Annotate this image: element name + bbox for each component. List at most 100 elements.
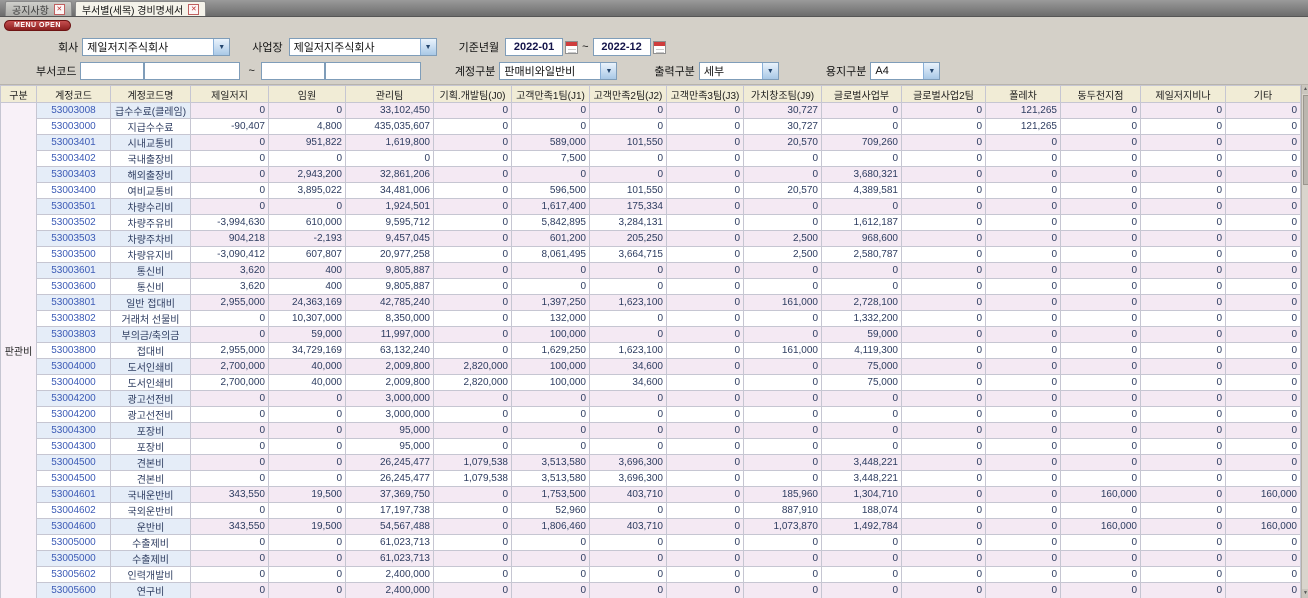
amount-cell[interactable]: 0 xyxy=(511,534,590,551)
amount-cell[interactable]: 0 xyxy=(985,502,1061,519)
amount-cell[interactable]: 0 xyxy=(821,278,902,295)
amount-cell[interactable]: 0 xyxy=(1140,118,1226,135)
account-name-cell[interactable]: 견본비 xyxy=(110,454,191,471)
table-row[interactable]: 53003800 접대비 2,955,000 34,729,169 63,132,240… xyxy=(1,342,1301,359)
amount-cell[interactable]: 0 xyxy=(743,534,822,551)
amount-cell[interactable]: 0 xyxy=(1140,566,1226,583)
amount-cell[interactable]: 0 xyxy=(589,278,667,295)
output-select[interactable]: 세부 ▼ xyxy=(698,62,779,80)
amount-cell[interactable]: 0 xyxy=(1140,390,1226,407)
amount-cell[interactable]: 0 xyxy=(1225,566,1301,583)
table-row[interactable]: 53003400 여비교통비 0 3,895,022 34,481,006 0 596,50… xyxy=(1,182,1301,199)
amount-cell[interactable]: 0 xyxy=(985,198,1061,215)
amount-cell[interactable]: 0 xyxy=(268,422,346,439)
amount-cell[interactable]: 0 xyxy=(1140,406,1226,423)
amount-cell[interactable]: 2,955,000 xyxy=(190,294,269,311)
amount-cell[interactable]: 0 xyxy=(1225,534,1301,551)
column-header[interactable]: 고객만족2팀(J2) xyxy=(589,85,667,103)
amount-cell[interactable]: 4,389,581 xyxy=(821,182,902,199)
calendar-icon[interactable] xyxy=(652,40,666,54)
amount-cell[interactable]: 0 xyxy=(433,246,512,263)
amount-cell[interactable]: 30,727 xyxy=(743,118,822,135)
tab-expense-report[interactable]: 부서별(세목) 경비명세서 ✕ xyxy=(74,1,207,17)
amount-cell[interactable]: 0 xyxy=(190,326,269,343)
amount-cell[interactable]: 3,696,300 xyxy=(589,454,667,471)
amount-cell[interactable]: 0 xyxy=(433,342,512,359)
amount-cell[interactable]: 0 xyxy=(190,550,269,567)
amount-cell[interactable]: 0 xyxy=(985,550,1061,567)
amount-cell[interactable]: 0 xyxy=(901,118,986,135)
amount-cell[interactable]: 0 xyxy=(666,582,744,598)
amount-cell[interactable]: 1,397,250 xyxy=(511,294,590,311)
account-name-cell[interactable]: 포장비 xyxy=(110,422,191,439)
amount-cell[interactable]: 0 xyxy=(901,534,986,551)
amount-cell[interactable]: 0 xyxy=(1140,278,1226,295)
amount-cell[interactable]: 0 xyxy=(743,390,822,407)
amount-cell[interactable]: 0 xyxy=(190,166,269,183)
amount-cell[interactable]: 887,910 xyxy=(743,502,822,519)
amount-cell[interactable]: 24,363,169 xyxy=(268,294,346,311)
amount-cell[interactable]: 19,500 xyxy=(268,518,346,535)
amount-cell[interactable]: 0 xyxy=(589,438,667,455)
amount-cell[interactable]: 0 xyxy=(433,486,512,503)
amount-cell[interactable]: 0 xyxy=(1060,406,1141,423)
amount-cell[interactable]: 0 xyxy=(589,582,667,598)
account-select[interactable]: 판매비와일반비 ▼ xyxy=(499,62,618,80)
account-code-cell[interactable]: 53004600 xyxy=(36,518,111,535)
amount-cell[interactable]: 20,570 xyxy=(743,182,822,199)
period-from-input[interactable] xyxy=(505,38,564,56)
account-name-cell[interactable]: 거래처 선물비 xyxy=(110,310,191,327)
amount-cell[interactable]: 0 xyxy=(743,454,822,471)
amount-cell[interactable]: 0 xyxy=(589,310,667,327)
amount-cell[interactable]: 9,805,887 xyxy=(345,262,434,279)
amount-cell[interactable]: 3,620 xyxy=(190,262,269,279)
amount-cell[interactable]: 0 xyxy=(1225,150,1301,167)
amount-cell[interactable]: 0 xyxy=(1140,550,1226,567)
amount-cell[interactable]: 0 xyxy=(666,534,744,551)
amount-cell[interactable]: 0 xyxy=(1225,550,1301,567)
table-row[interactable]: 53003601 통신비 3,620 400 9,805,887 0 0 0 0 0 0 0 0 0 0 0 xyxy=(1,262,1301,279)
amount-cell[interactable]: 2,580,787 xyxy=(821,246,902,263)
amount-cell[interactable]: 2,728,100 xyxy=(821,294,902,311)
amount-cell[interactable]: 9,457,045 xyxy=(345,230,434,247)
amount-cell[interactable]: 0 xyxy=(985,278,1061,295)
amount-cell[interactable]: 42,785,240 xyxy=(345,294,434,311)
amount-cell[interactable]: 0 xyxy=(433,518,512,535)
amount-cell[interactable]: 0 xyxy=(589,118,667,135)
column-header[interactable]: 글로벌사업2팀 xyxy=(901,85,986,103)
amount-cell[interactable]: 34,481,006 xyxy=(345,182,434,199)
amount-cell[interactable]: 596,500 xyxy=(511,182,590,199)
amount-cell[interactable]: 0 xyxy=(666,486,744,503)
amount-cell[interactable]: 26,245,477 xyxy=(345,454,434,471)
amount-cell[interactable]: 0 xyxy=(268,390,346,407)
amount-cell[interactable]: 0 xyxy=(821,438,902,455)
amount-cell[interactable]: 1,073,870 xyxy=(743,518,822,535)
scroll-down-icon[interactable]: ▼ xyxy=(1301,589,1308,598)
column-header[interactable]: 관리팀 xyxy=(345,85,434,103)
scroll-up-icon[interactable]: ▲ xyxy=(1301,85,1308,94)
amount-cell[interactable]: 0 xyxy=(985,534,1061,551)
amount-cell[interactable]: 0 xyxy=(901,438,986,455)
amount-cell[interactable]: 95,000 xyxy=(345,422,434,439)
amount-cell[interactable]: 2,009,800 xyxy=(345,358,434,375)
amount-cell[interactable]: 0 xyxy=(268,198,346,215)
table-row[interactable]: 53004000 도서인쇄비 2,700,000 40,000 2,009,800 2,8… xyxy=(1,358,1301,375)
amount-cell[interactable]: 0 xyxy=(666,134,744,151)
table-row[interactable]: 53005000 수출제비 0 0 61,023,713 0 0 0 0 0 0 0 0 0 0 0 xyxy=(1,550,1301,567)
table-row[interactable]: 53004200 광고선전비 0 0 3,000,000 0 0 0 0 0 0 0 0 0 0 0 xyxy=(1,406,1301,423)
amount-cell[interactable]: 101,550 xyxy=(589,134,667,151)
amount-cell[interactable]: 0 xyxy=(666,262,744,279)
account-name-cell[interactable]: 광고선전비 xyxy=(110,390,191,407)
column-header[interactable]: 구분 xyxy=(0,85,37,103)
amount-cell[interactable]: 54,567,488 xyxy=(345,518,434,535)
column-header[interactable]: 고객만족3팀(J3) xyxy=(666,85,744,103)
amount-cell[interactable]: 0 xyxy=(1060,534,1141,551)
account-code-cell[interactable]: 53003403 xyxy=(36,166,111,183)
amount-cell[interactable]: 100,000 xyxy=(511,374,590,391)
amount-cell[interactable]: 0 xyxy=(985,358,1061,375)
table-row[interactable]: 53004300 포장비 0 0 95,000 0 0 0 0 0 0 0 0 0 0 0 xyxy=(1,422,1301,439)
amount-cell[interactable]: 0 xyxy=(433,118,512,135)
amount-cell[interactable]: 0 xyxy=(1060,198,1141,215)
account-code-cell[interactable]: 53003503 xyxy=(36,230,111,247)
table-row[interactable]: 53004601 국내운반비 343,550 19,500 37,369,750 0 1,7… xyxy=(1,486,1301,503)
